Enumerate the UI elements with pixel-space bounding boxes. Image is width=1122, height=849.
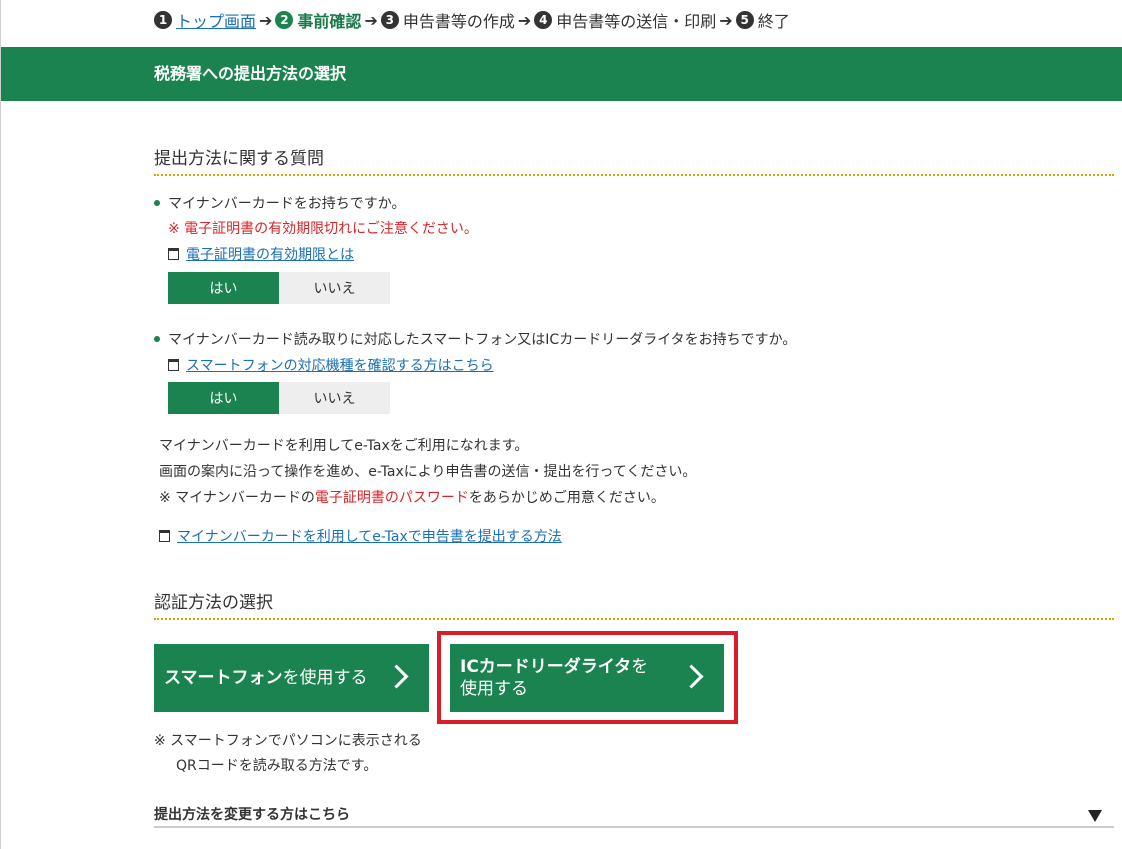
question-2-text: マイナンバーカード読み取りに対応したスマートフォン又はICカードリーダライタをお… — [168, 332, 797, 348]
step-number: 3 — [380, 11, 399, 29]
page-title: 税務署への提出方法の選択 — [154, 64, 347, 83]
smartphone-label-rest: を使用する — [282, 668, 368, 688]
section-divider — [154, 174, 1114, 176]
step-1[interactable]: 1 トップ画面 — [154, 8, 256, 32]
q1-no-button[interactable]: いいえ — [279, 272, 390, 304]
triangle-down-icon[interactable] — [1088, 810, 1102, 822]
q2-no-button[interactable]: いいえ — [279, 382, 390, 414]
question-1-text: マイナンバーカードをお持ちですか。 — [168, 196, 406, 212]
question-1: マイナンバーカードをお持ちですか。 — [154, 193, 405, 213]
section-divider — [154, 618, 1114, 620]
step-link-top[interactable]: トップ画面 — [176, 8, 256, 32]
step-label: 事前確認 — [297, 12, 362, 31]
question-1-toggle: はい いいえ — [168, 272, 390, 304]
bullet-icon — [154, 336, 160, 342]
bullet-icon — [154, 200, 160, 206]
step-label: 終了 — [757, 12, 790, 31]
step-number: 2 — [275, 11, 294, 29]
use-smartphone-button[interactable]: スマートフォンを使用する — [154, 644, 429, 712]
step-label: 申告書等の送信・印刷 — [556, 12, 717, 31]
page-header: 税務署への提出方法の選択 — [1, 47, 1122, 101]
section-title-questions: 提出方法に関する質問 — [154, 149, 324, 169]
info-line-1: マイナンバーカードを利用してe-Taxをご利用になれます。 — [159, 438, 529, 454]
step-4: 4 申告書等の送信・印刷 — [534, 8, 716, 32]
smartphone-models-link[interactable]: スマートフォンの対応機種を確認する方はこちら — [168, 355, 494, 375]
info-line-3: ※ マイナンバーカードの電子証明書のパスワードをあらかじめご用意ください。 — [159, 487, 665, 507]
left-border — [0, 0, 1, 849]
external-window-icon — [168, 248, 179, 260]
section-title-auth: 認証方法の選択 — [154, 593, 273, 613]
smartphone-note-line-2: QRコードを読み取る方法です。 — [176, 758, 378, 774]
etax-method-link-text[interactable]: マイナンバーカードを利用してe-Taxで申告書を提出する方法 — [177, 526, 562, 546]
step-3: 3 申告書等の作成 — [380, 8, 515, 32]
cert-expiry-link[interactable]: 電子証明書の有効期限とは — [168, 244, 354, 264]
question-2: マイナンバーカード読み取りに対応したスマートフォン又はICカードリーダライタをお… — [154, 329, 796, 349]
chevron-right-icon — [384, 664, 409, 689]
external-window-icon — [159, 530, 170, 542]
use-smartphone-label: スマートフォンを使用する — [164, 644, 368, 712]
q2-yes-button[interactable]: はい — [168, 382, 279, 414]
info-line-2: 画面の案内に沿って操作を進め、e-Taxにより申告書の送信・提出を行ってください… — [159, 464, 697, 480]
footer-divider — [154, 826, 1114, 828]
question-2-toggle: はい いいえ — [168, 382, 390, 414]
step-5: 5 終了 — [735, 8, 790, 32]
smartphone-note-line-1: ※ スマートフォンでパソコンに表示される — [154, 733, 422, 749]
step-arrow: ➔ — [517, 10, 532, 30]
info-line-3-pre: ※ マイナンバーカードの — [159, 490, 315, 506]
step-number: 1 — [154, 11, 172, 29]
step-progress: 1 トップ画面 ➔ 2 事前確認 ➔ 3 申告書等の作成 ➔ 4 申告書等の送信… — [154, 8, 790, 32]
q1-yes-button[interactable]: はい — [168, 272, 279, 304]
step-label: 申告書等の作成 — [402, 12, 515, 31]
selection-highlight-box — [437, 631, 738, 724]
change-method-toggle[interactable]: 提出方法を変更する方はこちら — [154, 804, 350, 824]
smartphone-models-link-text[interactable]: スマートフォンの対応機種を確認する方はこちら — [186, 355, 494, 375]
info-line-3-post: をあらかじめご用意ください。 — [468, 490, 665, 506]
step-arrow: ➔ — [259, 10, 273, 30]
cert-expiry-link-text[interactable]: 電子証明書の有効期限とは — [186, 244, 354, 264]
step-arrow: ➔ — [719, 10, 733, 30]
etax-method-link[interactable]: マイナンバーカードを利用してe-Taxで申告書を提出する方法 — [159, 526, 562, 546]
smartphone-label-bold: スマートフォン — [164, 668, 283, 688]
step-arrow: ➔ — [364, 10, 378, 30]
password-notice: 電子証明書のパスワード — [314, 490, 469, 506]
step-2-current: 2 事前確認 — [275, 8, 361, 32]
external-window-icon — [168, 359, 179, 371]
expiry-warning: ※ 電子証明書の有効期限切れにご注意ください。 — [168, 221, 478, 237]
step-number: 5 — [735, 11, 754, 29]
step-number: 4 — [534, 11, 553, 29]
